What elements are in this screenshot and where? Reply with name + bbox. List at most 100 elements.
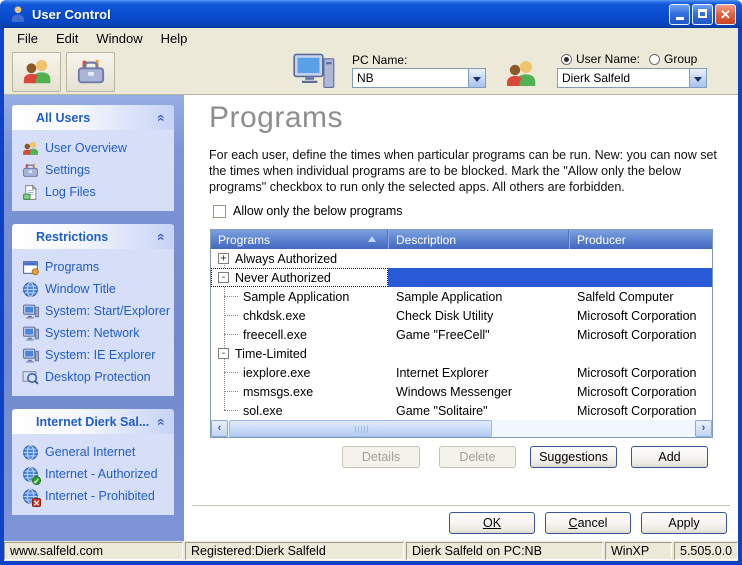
- tree-line: [224, 334, 238, 335]
- sidebar: All Users « User Overview Settings: [4, 95, 184, 541]
- scrollbar-thumb[interactable]: [229, 420, 492, 437]
- tree-line: [224, 372, 238, 373]
- log-files-icon: [22, 184, 39, 201]
- sort-ascending-icon: [368, 236, 376, 242]
- table-row-sample-application[interactable]: Sample Application Sample Application Sa…: [211, 287, 712, 306]
- toolbar: PC Name: NB User Name: Group Dierk Salfe…: [4, 48, 738, 95]
- desktop-protection-icon: [22, 369, 39, 386]
- status-current-user: Dierk Salfeld on PC:NB: [406, 542, 603, 560]
- suggestions-button[interactable]: Suggestions: [530, 446, 617, 468]
- tree-line: [224, 410, 238, 411]
- panel-header-all-users[interactable]: All Users «: [12, 105, 174, 130]
- maximize-button[interactable]: [692, 4, 713, 25]
- general-internet-icon: [22, 444, 39, 461]
- group-row-time-limited[interactable]: - Time-Limited: [211, 344, 712, 363]
- menu-help[interactable]: Help: [152, 29, 197, 48]
- group-row-never-authorized[interactable]: - Never Authorized: [211, 268, 712, 287]
- menu-window[interactable]: Window: [87, 29, 151, 48]
- panel-restrictions: Restrictions « Programs Window Title: [12, 224, 174, 396]
- sidebar-item-label: Log Files: [45, 185, 96, 199]
- user-name-select[interactable]: Dierk Salfeld: [557, 68, 707, 88]
- apply-button[interactable]: Apply: [641, 512, 727, 534]
- expand-icon[interactable]: +: [218, 253, 229, 264]
- group-radio[interactable]: Group: [649, 52, 697, 66]
- users-toolbar-button[interactable]: [12, 52, 61, 92]
- allow-only-checkbox[interactable]: [213, 205, 226, 218]
- user-name-radio[interactable]: User Name:: [561, 52, 640, 66]
- collapse-icon[interactable]: -: [218, 348, 229, 359]
- sidebar-item-label: General Internet: [45, 445, 135, 459]
- menu-file[interactable]: File: [8, 29, 47, 48]
- tree-line: [224, 391, 238, 392]
- collapse-chevron-icon[interactable]: «: [155, 233, 169, 241]
- delete-button[interactable]: Delete: [439, 446, 516, 468]
- user-name-value: Dierk Salfeld: [558, 69, 689, 87]
- column-header-producer[interactable]: Producer: [569, 230, 712, 249]
- panel-header-internet[interactable]: Internet Dierk Sal... «: [12, 409, 174, 434]
- allow-only-checkbox-row[interactable]: Allow only the below programs: [213, 204, 403, 218]
- table-row-sol[interactable]: sol.exe Game "Solitaire" Microsoft Corpo…: [211, 401, 712, 420]
- radio-selected-icon[interactable]: [561, 54, 572, 65]
- scrollbar-track[interactable]: [228, 420, 695, 437]
- sidebar-item-internet-authorized[interactable]: ✓ Internet - Authorized: [22, 463, 170, 485]
- table-row-msmsgs[interactable]: msmsgs.exe Windows Messenger Microsoft C…: [211, 382, 712, 401]
- window-title: User Control: [32, 7, 111, 22]
- scroll-right-icon[interactable]: ›: [695, 420, 712, 437]
- table-row-freecell[interactable]: freecell.exe Game "FreeCell" Microsoft C…: [211, 325, 712, 344]
- sidebar-item-label: Desktop Protection: [45, 370, 151, 384]
- sidebar-item-window-title[interactable]: Window Title: [22, 278, 170, 300]
- pc-name-label: PC Name:: [352, 53, 407, 67]
- sidebar-item-settings[interactable]: Settings: [22, 159, 170, 181]
- sidebar-item-label: System: Network: [45, 326, 139, 340]
- programs-table: Programs Description Producer: [210, 229, 713, 438]
- sidebar-item-label: Internet - Prohibited: [45, 489, 155, 503]
- toolbox-icon: [76, 57, 106, 87]
- table-row-iexplore[interactable]: iexplore.exe Internet Explorer Microsoft…: [211, 363, 712, 382]
- add-button[interactable]: Add: [631, 446, 708, 468]
- column-header-programs[interactable]: Programs: [211, 230, 388, 249]
- horizontal-scrollbar[interactable]: ‹ ›: [211, 420, 712, 437]
- sidebar-item-system-start-explorer[interactable]: System: Start/Explorer: [22, 300, 170, 322]
- sidebar-item-log-files[interactable]: Log Files: [22, 181, 170, 203]
- title-bar: User Control ✕: [0, 0, 742, 28]
- column-header-description[interactable]: Description: [388, 230, 569, 249]
- panel-header-restrictions[interactable]: Restrictions «: [12, 224, 174, 249]
- sidebar-item-internet-prohibited[interactable]: ✕ Internet - Prohibited: [22, 485, 170, 507]
- table-row-chkdsk[interactable]: chkdsk.exe Check Disk Utility Microsoft …: [211, 306, 712, 325]
- cancel-button[interactable]: Cancel: [545, 512, 631, 534]
- sidebar-item-label: Settings: [45, 163, 90, 177]
- minimize-button[interactable]: [669, 4, 690, 25]
- menu-edit[interactable]: Edit: [47, 29, 87, 48]
- settings-toolbar-button[interactable]: [66, 52, 115, 92]
- details-button[interactable]: Details: [342, 446, 420, 468]
- pc-name-select[interactable]: NB: [352, 68, 486, 88]
- table-header: Programs Description Producer: [211, 230, 712, 249]
- status-registered: Registered:Dierk Salfeld: [185, 542, 404, 560]
- panel-title: Restrictions: [36, 230, 108, 244]
- sidebar-item-system-network[interactable]: System: Network: [22, 322, 170, 344]
- group-row-always-authorized[interactable]: + Always Authorized: [211, 249, 712, 268]
- chevron-down-icon[interactable]: [468, 69, 485, 87]
- sidebar-item-desktop-protection[interactable]: Desktop Protection: [22, 366, 170, 388]
- page-description: For each user, define the times when par…: [209, 147, 729, 195]
- scroll-left-icon[interactable]: ‹: [211, 420, 228, 437]
- programs-icon: [22, 259, 39, 276]
- sidebar-item-general-internet[interactable]: General Internet: [22, 441, 170, 463]
- users-icon: [22, 57, 52, 87]
- collapse-icon[interactable]: -: [218, 272, 229, 283]
- collapse-chevron-icon[interactable]: «: [155, 418, 169, 426]
- sidebar-item-system-ie-explorer[interactable]: System: IE Explorer: [22, 344, 170, 366]
- status-version: 5.505.0.0: [674, 542, 738, 560]
- collapse-chevron-icon[interactable]: «: [155, 114, 169, 122]
- system-start-icon: [22, 303, 39, 320]
- system-ie-icon: [22, 347, 39, 364]
- sidebar-item-user-overview[interactable]: User Overview: [22, 137, 170, 159]
- sidebar-item-label: Programs: [45, 260, 99, 274]
- chevron-down-icon[interactable]: [689, 69, 706, 87]
- ok-button[interactable]: OK: [449, 512, 535, 534]
- status-website: www.salfeld.com: [4, 542, 183, 560]
- sidebar-item-programs[interactable]: Programs: [22, 256, 170, 278]
- close-button[interactable]: ✕: [715, 4, 736, 25]
- radio-unselected-icon[interactable]: [649, 54, 660, 65]
- sidebar-item-label: System: IE Explorer: [45, 348, 155, 362]
